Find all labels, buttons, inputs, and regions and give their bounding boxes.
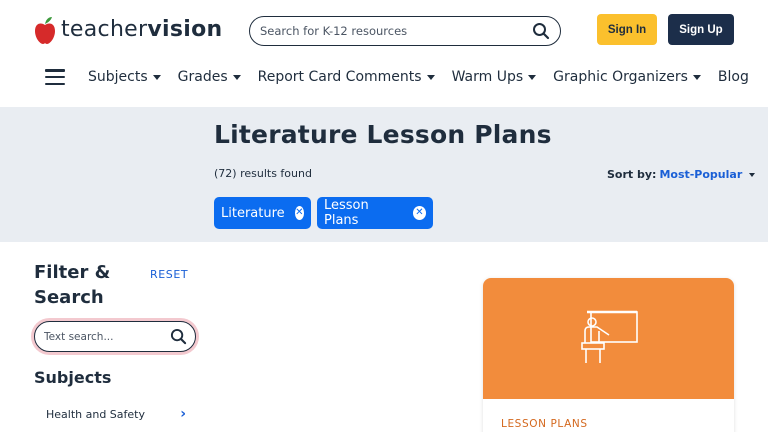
nav-subjects[interactable]: Subjects	[88, 69, 161, 85]
subjects-heading: Subjects	[34, 368, 112, 387]
sign-up-button[interactable]: Sign Up	[668, 14, 734, 45]
site-header: teachervision Sign In Sign Up Subjects G…	[0, 0, 768, 107]
site-search-input[interactable]	[260, 24, 532, 38]
nav-label: Grades	[177, 69, 228, 85]
subject-label: Health and Safety	[46, 407, 145, 421]
apple-logo-icon	[35, 17, 55, 44]
results-count: (72) results found	[214, 167, 312, 180]
nav-label: Subjects	[88, 69, 148, 85]
reset-filters-link[interactable]: RESET	[150, 268, 188, 281]
caret-down-icon	[426, 74, 435, 80]
text-search-input[interactable]	[44, 330, 170, 343]
main-nav: Subjects Grades Report Card Comments War…	[45, 62, 766, 92]
filter-search-heading: Filter & Search	[34, 262, 111, 308]
nav-label: Warm Ups	[451, 69, 524, 85]
caret-down-icon	[749, 172, 756, 177]
caret-down-icon	[232, 74, 241, 80]
remove-filter-icon[interactable]: ✕	[412, 206, 426, 220]
sign-in-button[interactable]: Sign In	[597, 14, 657, 45]
chip-label: Lesson Plans	[324, 198, 369, 228]
chip-label: Literature	[221, 205, 285, 221]
sort-by-value: Most-Popular	[659, 168, 743, 181]
teacher-at-whiteboard-icon	[581, 310, 638, 363]
search-icon[interactable]	[532, 22, 550, 40]
card-category-label: LESSON PLANS	[501, 418, 588, 430]
sort-by-label: Sort by:	[607, 168, 657, 181]
chevron-right-icon: ›	[180, 406, 186, 422]
page-title: Literature Lesson Plans	[214, 120, 552, 149]
logo-wordmark: teachervision	[61, 19, 222, 41]
card-image	[483, 278, 734, 399]
nav-report-card-comments[interactable]: Report Card Comments	[258, 69, 435, 85]
nav-label: Blog	[717, 69, 749, 85]
hamburger-menu-icon[interactable]	[45, 69, 65, 85]
nav-label: Report Card Comments	[257, 69, 422, 85]
caret-down-icon	[528, 74, 537, 80]
filter-chip-lesson-plans[interactable]: Lesson Plans ✕	[317, 197, 433, 229]
text-search-field[interactable]	[34, 321, 196, 352]
filter-chip-literature[interactable]: Literature ✕	[214, 197, 311, 229]
caret-down-icon	[692, 74, 701, 80]
search-icon[interactable]	[170, 328, 187, 345]
nav-grades[interactable]: Grades	[178, 69, 241, 85]
nav-label: Graphic Organizers	[553, 69, 688, 85]
site-search[interactable]	[249, 16, 561, 46]
teachervision-logo[interactable]: teachervision	[33, 14, 222, 46]
caret-down-icon	[152, 74, 161, 80]
nav-warm-ups[interactable]: Warm Ups	[452, 69, 537, 85]
nav-graphic-organizers[interactable]: Graphic Organizers	[553, 69, 701, 85]
logo-text-bold: vision	[147, 17, 223, 42]
resource-card[interactable]: LESSON PLANS	[483, 278, 734, 432]
remove-filter-icon[interactable]: ✕	[294, 206, 304, 220]
nav-blog[interactable]: Blog	[718, 69, 749, 85]
subject-item-health-and-safety[interactable]: Health and Safety ›	[46, 407, 186, 421]
logo-text-light: teacher	[61, 17, 148, 42]
sort-by-dropdown[interactable]: Sort by: Most-Popular	[607, 168, 756, 181]
